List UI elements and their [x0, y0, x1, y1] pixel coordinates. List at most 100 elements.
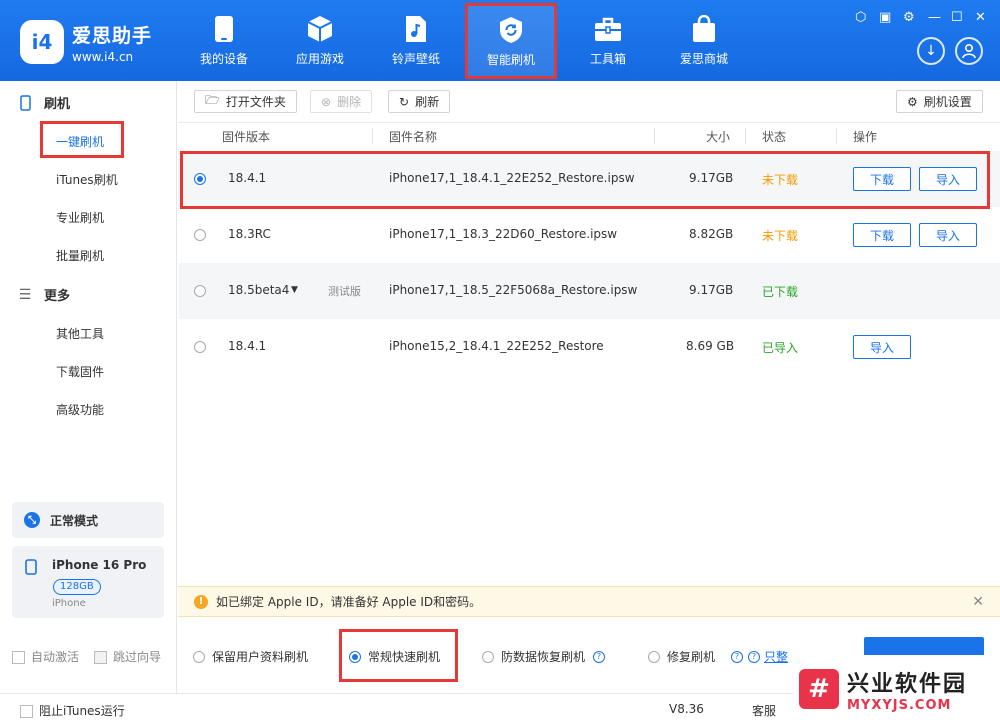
sidebar-item-download-firmware[interactable]: 下载固件 [56, 363, 104, 380]
row-radio[interactable] [194, 341, 206, 353]
cube-icon [305, 14, 335, 44]
firmware-version: 18.5beta4 [228, 283, 290, 297]
download-button[interactable]: 下载 [853, 223, 911, 247]
device-card[interactable]: iPhone 16 Pro 128GB iPhone [12, 546, 164, 618]
music-file-icon [401, 14, 431, 44]
watermark-name: 兴业软件园 [847, 671, 968, 697]
maximize-icon[interactable]: ☐ [951, 10, 963, 25]
nav-smart-flash[interactable]: 智能刷机 [465, 3, 557, 79]
flash-settings-button[interactable]: ⚙ 刷机设置 [896, 90, 983, 113]
watermark-logo: # [799, 669, 839, 709]
radio-circle [648, 650, 660, 663]
firmware-name: iPhone15,2_18.4.1_22E252_Restore [389, 339, 604, 353]
app-logo: i4 爱思助手 www.i4.cn [20, 20, 152, 64]
customer-service-link[interactable]: 客服 [752, 702, 776, 719]
block-itunes-checkbox[interactable]: 阻止iTunes运行 [20, 702, 125, 719]
download-manager-icon[interactable]: ↓ [917, 37, 945, 65]
nav-apps-games[interactable]: 应用游戏 [274, 8, 366, 76]
sidebar-item-pro-flash[interactable]: 专业刷机 [56, 209, 104, 226]
firmware-version: 18.3RC [228, 227, 271, 241]
sidebar-item-other-tools[interactable]: 其他工具 [56, 325, 104, 342]
storage-badge: 128GB [53, 579, 101, 595]
toolbox-icon [593, 14, 623, 44]
device-phone-icon [25, 559, 37, 578]
header-divider [654, 128, 655, 144]
firmware-size: 8.69 GB [686, 339, 735, 353]
shopping-bag-icon [689, 14, 719, 44]
close-icon[interactable]: ✕ [975, 10, 986, 25]
row-radio[interactable] [194, 229, 206, 241]
refresh-button[interactable]: ↻ 刷新 [388, 90, 451, 113]
firmware-size: 8.82GB [689, 227, 734, 241]
option-repair-flash[interactable]: 修复刷机 ? [648, 648, 744, 665]
phone-outline-icon [18, 94, 32, 111]
device-mode-card: ⤡ 正常模式 [12, 502, 164, 538]
refresh-shield-icon [496, 15, 526, 45]
import-button[interactable]: 导入 [919, 223, 977, 247]
menu-icon: ☰ [18, 286, 32, 303]
sidebar-header-flash[interactable]: 刷机 [18, 93, 70, 112]
nav-store[interactable]: 爱思商城 [658, 8, 750, 76]
option-anti-recovery[interactable]: 防数据恢复刷机 ? [482, 648, 606, 665]
nav-toolbox[interactable]: 工具箱 [562, 8, 654, 76]
minimize-icon[interactable]: — [928, 10, 941, 25]
firmware-status: 未下载 [762, 173, 799, 187]
app-name: 爱思助手 [72, 24, 153, 47]
dropdown-arrow-icon[interactable]: ▼ [291, 285, 298, 295]
beta-tag: 测试版 [328, 285, 361, 298]
table-row[interactable]: 18.4.1 iPhone17,1_18.4.1_22E252_Restore.… [178, 151, 1000, 207]
radio-circle [482, 650, 494, 663]
firmware-version: 18.4.1 [228, 339, 267, 353]
sidebar: 刷机 一键刷机 iTunes刷机 专业刷机 批量刷机 ☰ 更多 其他工具 下载固… [0, 81, 177, 693]
gear-icon: ⚙ [907, 94, 918, 109]
skin-icon[interactable]: ⬡ [855, 10, 866, 25]
firmware-size: 9.17GB [689, 283, 734, 297]
user-avatar-icon[interactable] [955, 37, 983, 65]
logo-mark: i4 [20, 20, 64, 64]
table-row[interactable]: 18.3RC iPhone17,1_18.3_22D60_Restore.ips… [178, 207, 1000, 263]
row-radio[interactable] [194, 285, 206, 297]
top-bar: i4 爱思助手 www.i4.cn 我的设备 应用游戏 铃声壁纸 智能刷机 工具… [0, 0, 1000, 81]
header-divider [745, 128, 746, 144]
sidebar-item-itunes-flash[interactable]: iTunes刷机 [56, 171, 118, 188]
version-label: V8.36 [669, 702, 704, 716]
nav-ringtones[interactable]: 铃声壁纸 [370, 8, 462, 76]
sidebar-item-advanced[interactable]: 高级功能 [56, 401, 104, 418]
refresh-icon: ↻ [399, 94, 410, 109]
firmware-size: 9.17GB [689, 171, 734, 185]
radio-circle [193, 650, 205, 663]
import-button[interactable]: 导入 [853, 335, 911, 359]
firmware-table-header: 固件版本 固件名称 大小 状态 操作 [178, 123, 1000, 149]
phone-icon [209, 14, 239, 44]
header-divider [372, 128, 373, 144]
toolbar: 🗁 打开文件夹 ⊗ 删除 ↻ 刷新 ⚙ 刷机设置 [178, 81, 1000, 123]
close-notice-icon[interactable]: ✕ [972, 594, 984, 610]
settings-icon[interactable]: ⚙ [903, 10, 915, 25]
table-row[interactable]: 18.4.1 iPhone15,2_18.4.1_22E252_Restore … [178, 319, 1000, 375]
table-row[interactable]: 18.5beta4 ▼ 测试版 iPhone17,1_18.5_22F5068a… [178, 263, 1000, 319]
delete-icon: ⊗ [321, 94, 332, 109]
download-button[interactable]: 下载 [853, 167, 911, 191]
help-icon[interactable]: ? [731, 650, 744, 663]
feedback-icon[interactable]: ▣ [879, 10, 891, 25]
sidebar-item-batch-flash[interactable]: 批量刷机 [56, 247, 104, 264]
row-radio[interactable] [194, 173, 206, 185]
apple-id-notice: ! 如已绑定 Apple ID，请准备好 Apple ID和密码。 ✕ [178, 586, 1000, 617]
info-icon: ? [748, 650, 760, 663]
sidebar-item-one-click-flash[interactable]: 一键刷机 [56, 133, 104, 150]
firmware-name: iPhone17,1_18.3_22D60_Restore.ipsw [389, 227, 618, 241]
header-actions: 操作 [853, 130, 878, 144]
sidebar-header-more[interactable]: ☰ 更多 [18, 285, 70, 305]
auto-activate-checkbox[interactable]: 自动激活 [12, 648, 79, 665]
skip-guide-checkbox[interactable]: 跳过向导 [94, 648, 161, 665]
help-icon[interactable]: ? [593, 650, 606, 663]
import-button[interactable]: 导入 [919, 167, 977, 191]
option-keep-data[interactable]: 保留用户资料刷机 [193, 648, 308, 665]
repair-info-link[interactable]: ? 只整 [748, 648, 788, 665]
delete-button[interactable]: ⊗ 删除 [310, 90, 373, 113]
header-name: 固件名称 [389, 130, 438, 144]
device-mode: 正常模式 [50, 513, 99, 528]
open-folder-button[interactable]: 🗁 打开文件夹 [194, 90, 297, 113]
site-watermark: # 兴业软件园 MYXYJS.COM [793, 655, 1000, 723]
nav-my-device[interactable]: 我的设备 [178, 8, 270, 76]
